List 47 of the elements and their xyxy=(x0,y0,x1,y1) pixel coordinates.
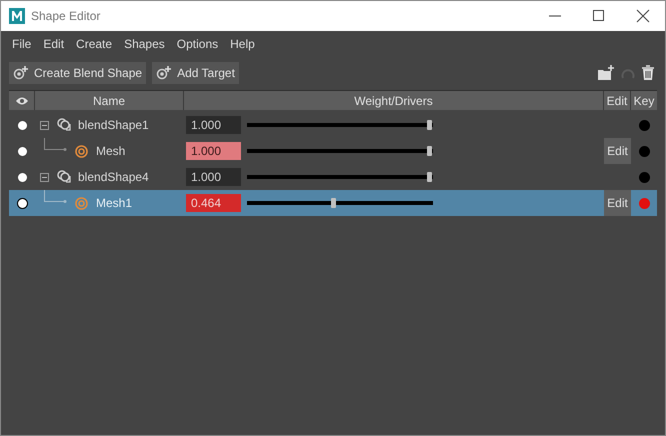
blend-shape-name: blendShape4 xyxy=(78,169,149,186)
tree-connector xyxy=(44,190,69,204)
menu-item[interactable]: Help xyxy=(224,35,261,53)
slider-thumb[interactable] xyxy=(427,172,432,182)
target-icon xyxy=(75,196,88,210)
slider-thumb[interactable] xyxy=(330,198,336,208)
blend-shape-name: blendShape1 xyxy=(78,117,149,134)
weight-field[interactable]: 1.000 xyxy=(186,142,241,160)
column-header: Edit xyxy=(606,92,628,110)
weight-field[interactable]: 1.000 xyxy=(186,168,241,186)
weight-slider[interactable] xyxy=(247,120,433,130)
tree-connector xyxy=(44,138,69,152)
target-name: Mesh1 xyxy=(96,195,132,212)
column-header: Name xyxy=(92,92,125,110)
weight-slider[interactable] xyxy=(247,198,433,208)
collapse-icon[interactable] xyxy=(40,172,49,182)
app-logo-icon xyxy=(9,8,25,24)
eye-icon xyxy=(14,96,28,106)
menu-item[interactable]: Create xyxy=(70,35,118,53)
folder-add-icon[interactable] xyxy=(597,65,615,81)
slider-thumb[interactable] xyxy=(427,120,432,130)
menu-item[interactable]: Shapes xyxy=(118,35,171,53)
blend-shape-icon xyxy=(57,118,73,132)
menu-item[interactable]: Edit xyxy=(37,35,70,53)
collapse-icon[interactable] xyxy=(40,120,49,130)
weight-field[interactable]: 1.000 xyxy=(186,116,241,134)
blend-shape-icon xyxy=(57,170,73,184)
weight-slider[interactable] xyxy=(247,172,433,182)
maximize-icon[interactable] xyxy=(592,9,606,23)
menu-item[interactable]: Options xyxy=(170,35,224,53)
trash-icon[interactable] xyxy=(641,65,655,81)
column-header: Weight/Drivers xyxy=(354,92,433,110)
menu-item[interactable]: File xyxy=(6,35,38,53)
slider-thumb[interactable] xyxy=(427,146,432,156)
shapes-add-icon xyxy=(13,65,29,81)
edit-button[interactable]: Edit xyxy=(604,138,631,164)
target-icon xyxy=(75,144,88,158)
target-add-icon xyxy=(156,65,172,81)
edit-button[interactable]: Edit xyxy=(604,190,631,216)
toolbar-button[interactable]: Add Target xyxy=(152,62,239,84)
toolbar-button[interactable]: Create Blend Shape xyxy=(9,62,146,84)
weight-slider[interactable] xyxy=(247,146,433,156)
window-title: Shape Editor xyxy=(31,8,100,25)
target-name: Mesh xyxy=(96,143,126,160)
column-header: Key xyxy=(634,92,654,110)
close-icon[interactable] xyxy=(636,9,650,23)
weight-field[interactable]: 0.464 xyxy=(186,194,241,212)
